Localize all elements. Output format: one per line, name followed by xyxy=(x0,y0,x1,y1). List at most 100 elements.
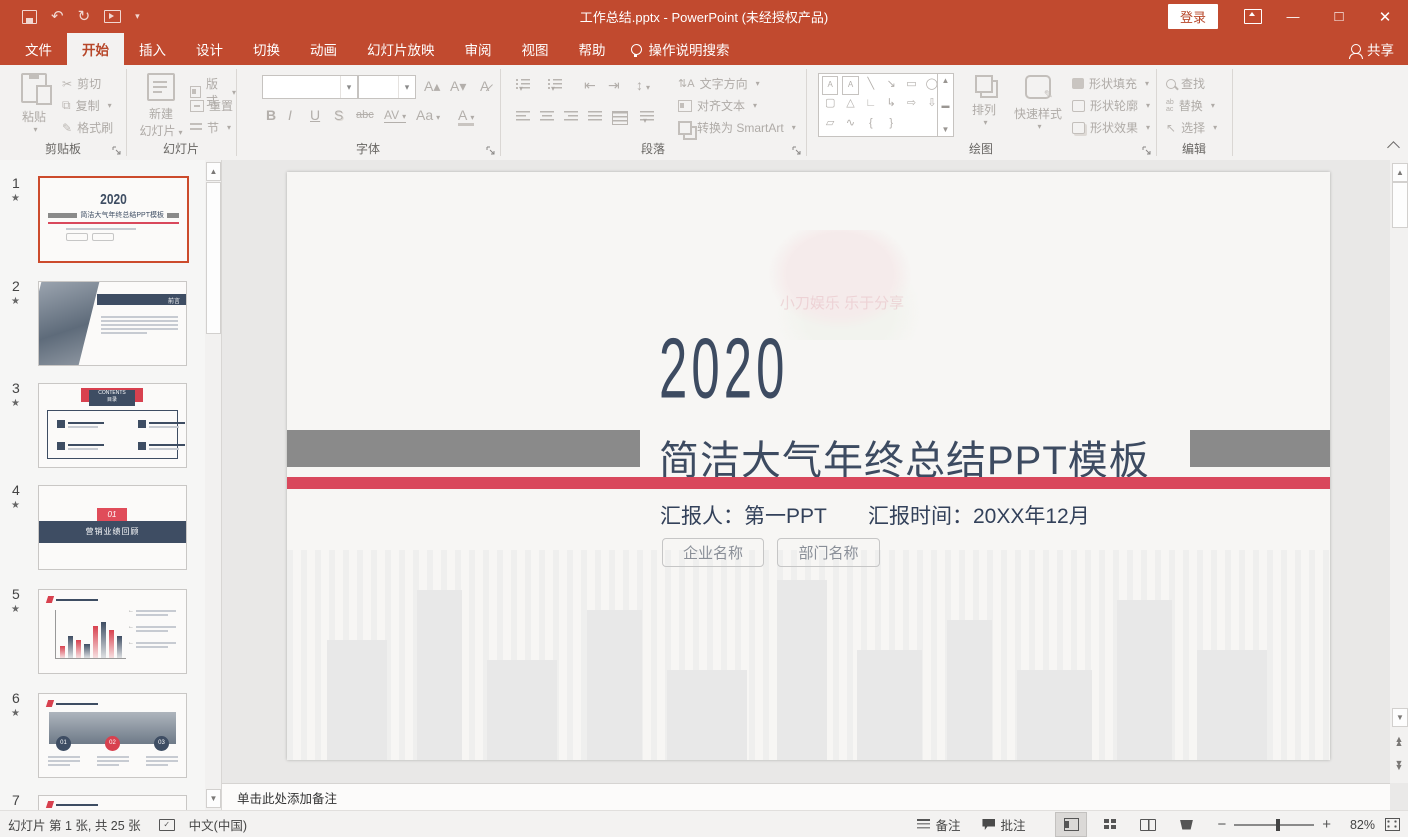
next-slide-button[interactable]: ▼▼ xyxy=(1392,756,1406,774)
slide-thumbnail-4[interactable]: 01 营销业绩回顾 xyxy=(38,485,187,570)
close-button[interactable]: ✕ xyxy=(1362,0,1408,33)
justify-button[interactable] xyxy=(588,111,602,122)
align-left-button[interactable] xyxy=(516,111,530,122)
collapse-ribbon-icon[interactable] xyxy=(1387,141,1400,154)
align-center-button[interactable] xyxy=(540,111,554,122)
quick-styles-button[interactable]: 快速样式 xyxy=(1010,75,1066,131)
shape-rectangle-icon[interactable]: ▭ xyxy=(903,76,919,95)
chevron-down-icon[interactable]: ▾ xyxy=(398,76,415,98)
shape-right-arrow-icon[interactable]: ⇨ xyxy=(903,95,919,114)
new-slide-button[interactable]: 新建 幻灯片 xyxy=(136,73,186,139)
columns-button[interactable] xyxy=(640,111,654,122)
tab-home[interactable]: 开始 xyxy=(67,33,124,65)
tab-insert[interactable]: 插入 xyxy=(124,33,181,65)
zoom-slider[interactable] xyxy=(1234,824,1314,826)
shape-left-brace-icon[interactable]: { xyxy=(863,115,879,134)
scroll-up-icon[interactable]: ▲ xyxy=(1392,163,1408,182)
slide-canvas[interactable]: 小刀娱乐 乐于分享 2020 简洁大气年终总结PPT模板 汇报人：第一PPT 汇… xyxy=(287,172,1330,760)
clipboard-dialog-launcher-icon[interactable] xyxy=(112,146,122,156)
copy-button[interactable]: ⧉ 复制 xyxy=(62,97,112,114)
tab-file[interactable]: 文件 xyxy=(10,33,67,65)
shape-arrow-icon[interactable]: ↘ xyxy=(883,76,899,95)
login-button[interactable]: 登录 xyxy=(1168,4,1218,29)
language-indicator[interactable]: 中文(中国) xyxy=(189,815,247,834)
start-slideshow-icon[interactable] xyxy=(104,10,121,23)
company-name-tag[interactable]: 企业名称 xyxy=(662,538,764,567)
tab-transitions[interactable]: 切换 xyxy=(238,33,295,65)
tab-help[interactable]: 帮助 xyxy=(564,33,621,65)
presenter-text[interactable]: 汇报人：第一PPT xyxy=(660,500,827,530)
shape-elbow-arrow-icon[interactable]: ↳ xyxy=(883,95,899,114)
shapes-gallery[interactable]: A A ╲ ↘ ▭ ◯ ▢ △ ∟ ↳ ⇨ ⇩ ▱ ∿ { } xyxy=(818,73,944,137)
find-button[interactable]: 查找 xyxy=(1166,75,1205,92)
shape-fill-button[interactable]: 形状填充 xyxy=(1072,75,1149,92)
strikethrough-button[interactable]: abc xyxy=(356,109,374,121)
distribute-button[interactable] xyxy=(612,111,628,125)
maximize-button[interactable]: □ xyxy=(1316,0,1362,33)
shape-elbow-connector-icon[interactable]: ∟ xyxy=(863,95,879,114)
customize-qat-chevron-icon[interactable]: ▾ xyxy=(135,12,140,21)
text-direction-button[interactable]: ⇅A 文字方向 xyxy=(678,75,760,92)
change-case-button[interactable]: Aa xyxy=(416,107,440,123)
paragraph-dialog-launcher-icon[interactable] xyxy=(792,146,802,156)
slide-thumbnail-2[interactable]: 前言 xyxy=(38,281,187,366)
tab-slideshow[interactable]: 幻灯片放映 xyxy=(352,33,450,65)
font-color-button[interactable]: A xyxy=(458,107,474,126)
shape-right-brace-icon[interactable]: } xyxy=(883,115,899,134)
minimize-button[interactable]: — xyxy=(1270,0,1316,33)
font-size-combo[interactable]: ▾ xyxy=(358,75,416,99)
shrink-font-button[interactable]: A▾ xyxy=(450,78,466,95)
tab-view[interactable]: 视图 xyxy=(507,33,564,65)
tab-review[interactable]: 审阅 xyxy=(450,33,507,65)
slide-thumbnail-1[interactable]: 2020 简洁大气年终总结PPT模板 xyxy=(38,176,189,263)
chevron-down-icon[interactable]: ▾ xyxy=(340,76,357,98)
shape-triangle-icon[interactable]: △ xyxy=(842,95,858,114)
text-shadow-button[interactable]: S xyxy=(334,107,343,123)
line-spacing-button[interactable]: ↕ xyxy=(636,77,650,93)
bullets-button[interactable] xyxy=(516,79,530,90)
gallery-more-icon[interactable]: ▬ xyxy=(942,101,950,110)
cut-button[interactable]: ✂ 剪切 xyxy=(62,75,101,92)
redo-icon[interactable]: ↻ xyxy=(78,9,91,24)
shape-textbox-icon[interactable]: A xyxy=(822,76,838,95)
arrange-button[interactable]: 排列 xyxy=(964,75,1004,127)
shape-parallelogram-icon[interactable]: ▱ xyxy=(822,115,838,134)
notes-placeholder[interactable]: 单击此处添加备注 xyxy=(237,788,337,807)
notes-pane[interactable]: 单击此处添加备注 xyxy=(222,783,1390,811)
department-name-tag[interactable]: 部门名称 xyxy=(777,538,880,567)
align-right-button[interactable] xyxy=(564,111,578,122)
shape-effects-button[interactable]: 形状效果 xyxy=(1072,119,1150,136)
undo-icon[interactable]: ↶ xyxy=(51,9,64,24)
clear-formatting-button[interactable]: A̷ xyxy=(480,78,489,94)
shape-vertical-textbox-icon[interactable]: A xyxy=(842,76,858,95)
shapes-gallery-scrollbar[interactable]: ▲ ▬ ▼ xyxy=(937,73,954,137)
replace-button[interactable]: ab ac 替换 xyxy=(1166,97,1215,114)
increase-indent-button[interactable]: ⇥ xyxy=(608,77,620,94)
format-painter-button[interactable]: ✎ 格式刷 xyxy=(62,119,113,136)
shape-outline-button[interactable]: 形状轮廓 xyxy=(1072,97,1150,114)
previous-slide-button[interactable]: ▲▲ xyxy=(1392,732,1406,750)
slide-thumbnail-6[interactable]: 01 02 03 xyxy=(38,693,187,778)
character-spacing-button[interactable]: AV xyxy=(384,108,406,123)
slide-sorter-view-button[interactable] xyxy=(1095,813,1125,836)
spellcheck-icon[interactable]: ✓ xyxy=(159,819,175,831)
ribbon-display-options-icon[interactable] xyxy=(1244,9,1262,24)
convert-smartart-button[interactable]: 转换为 SmartArt xyxy=(678,119,796,136)
numbering-button[interactable] xyxy=(548,79,562,90)
grow-font-button[interactable]: A▴ xyxy=(424,78,440,95)
font-dialog-launcher-icon[interactable] xyxy=(486,146,496,156)
fit-slide-to-window-icon[interactable] xyxy=(1385,818,1400,831)
decrease-indent-button[interactable]: ⇤ xyxy=(584,77,596,94)
editor-scrollbar[interactable]: ▲ ▼ ▲▲ ▼▼ xyxy=(1390,160,1408,783)
thumbnail-scrollbar[interactable]: ▲ ▼ xyxy=(205,160,221,810)
gallery-down-icon[interactable]: ▼ xyxy=(942,125,950,134)
tell-me-search[interactable]: 操作说明搜索 xyxy=(621,33,740,65)
underline-button[interactable]: U xyxy=(310,107,320,123)
scrollbar-thumb[interactable] xyxy=(1392,182,1408,228)
reset-button[interactable]: 重置 xyxy=(190,97,233,114)
font-name-combo[interactable]: ▾ xyxy=(262,75,358,99)
paste-button[interactable]: 粘贴 xyxy=(12,73,56,134)
reading-view-button[interactable] xyxy=(1133,813,1163,836)
shape-curve-icon[interactable]: ∿ xyxy=(842,115,858,134)
scrollbar-thumb[interactable] xyxy=(206,182,221,334)
